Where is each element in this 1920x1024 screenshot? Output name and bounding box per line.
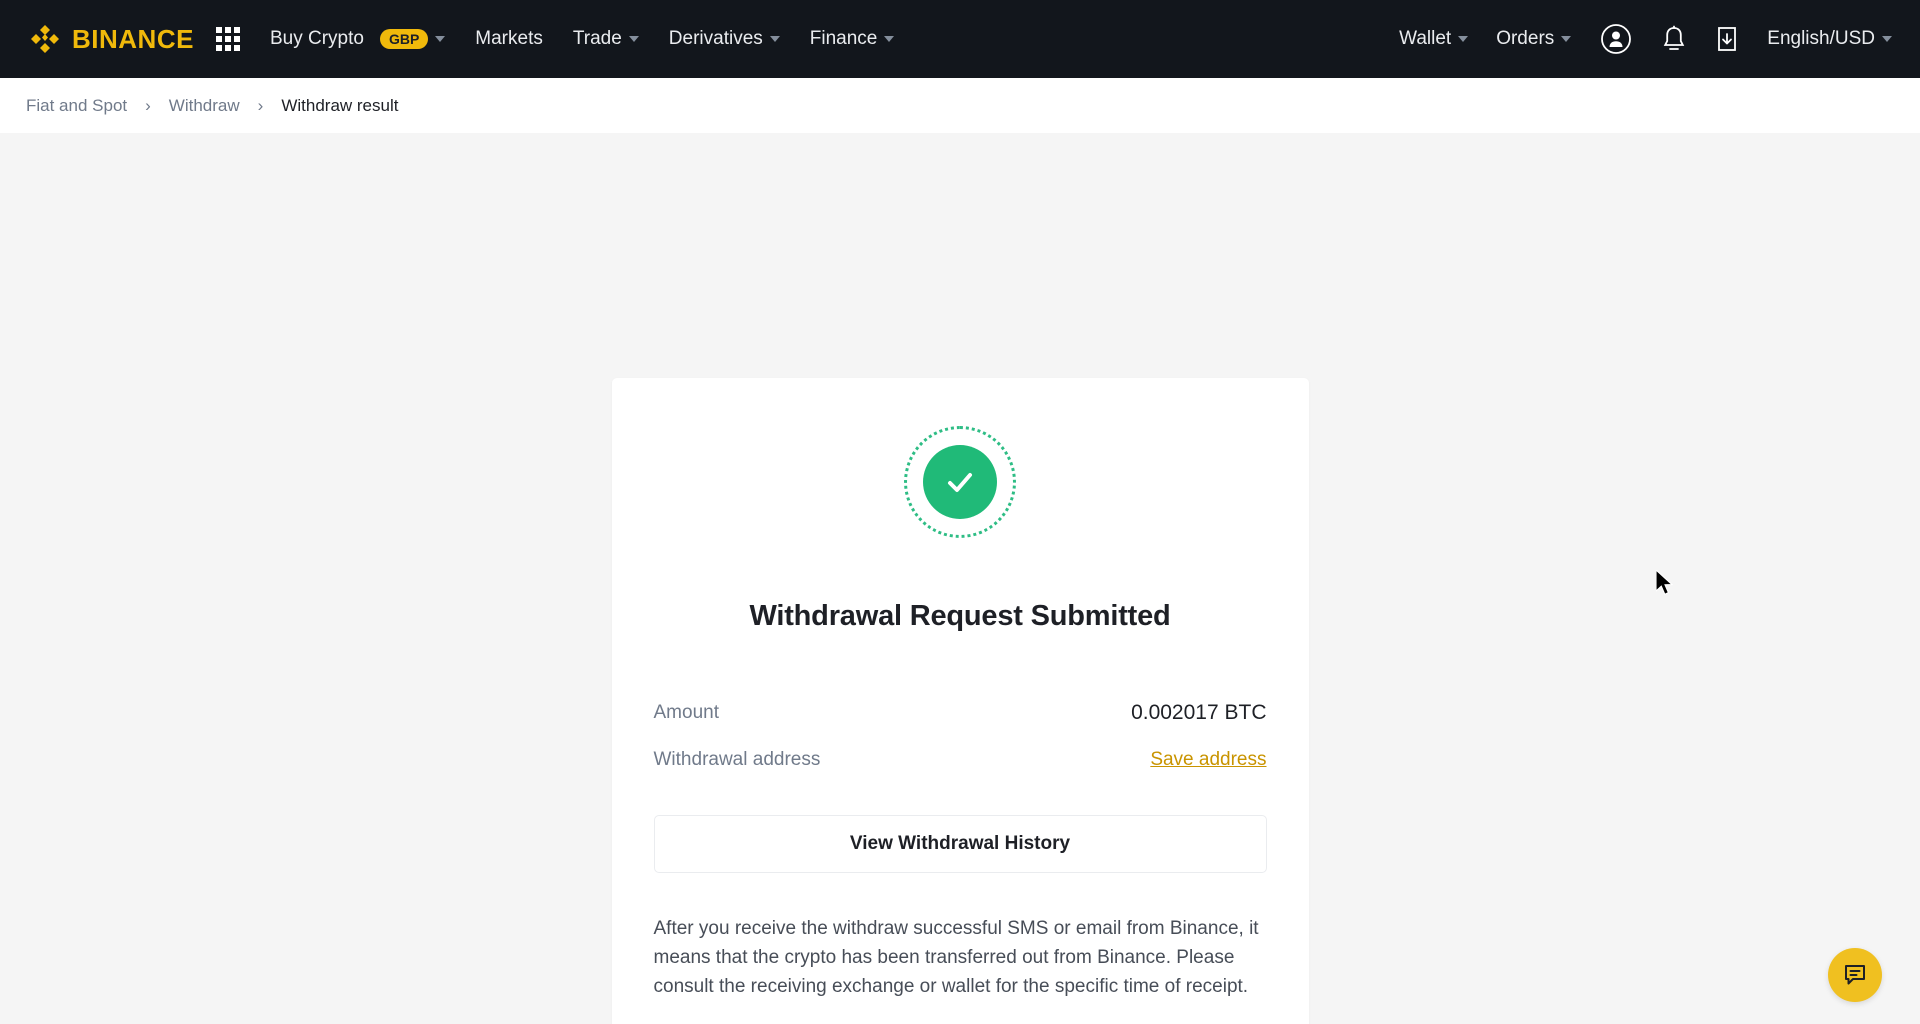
grid-cell: [224, 36, 231, 42]
withdrawal-details: Amount 0.002017 BTC Withdrawal address S…: [654, 701, 1267, 771]
grid-cell: [215, 45, 222, 51]
chevron-down-icon: [884, 36, 895, 42]
nav-label: Derivatives: [668, 28, 763, 49]
grid-cell: [215, 27, 222, 33]
secondary-nav: Wallet Orders English/USD: [1399, 22, 1892, 56]
nav-label: Wallet: [1399, 28, 1452, 49]
currency-badge-gbp: GBP: [379, 29, 429, 49]
chevron-down-icon: [1561, 36, 1572, 42]
breadcrumb-separator-icon: ›: [257, 96, 264, 115]
binance-logo-text: BINANCE: [72, 23, 194, 54]
success-check-icon: [904, 426, 1016, 538]
language-currency-selector[interactable]: English/USD: [1767, 28, 1892, 50]
detail-row-withdrawal-address: Withdrawal address Save address: [654, 749, 1267, 771]
withdrawal-note-text: After you receive the withdraw successfu…: [653, 918, 1259, 997]
mouse-cursor: [1655, 568, 1678, 605]
chevron-down-icon: [1458, 36, 1469, 42]
binance-logo[interactable]: BINANCE: [28, 22, 194, 56]
apps-grid-icon[interactable]: [215, 27, 240, 51]
withdrawal-address-label: Withdrawal address: [653, 749, 821, 770]
save-address-link[interactable]: Save address: [1150, 749, 1266, 771]
breadcrumb: Fiat and Spot › Withdraw › Withdraw resu…: [0, 78, 1920, 133]
download-app-icon[interactable]: [1715, 25, 1739, 53]
grid-cell: [224, 45, 231, 51]
nav-item-derivatives[interactable]: Derivatives: [669, 28, 780, 50]
top-navigation-bar: BINANCE Buy Crypto GBP Markets Trade Der…: [0, 0, 1920, 78]
breadcrumb-item-withdraw[interactable]: Withdraw: [169, 96, 240, 116]
bell-icon[interactable]: [1661, 25, 1687, 53]
amount-value: 0.002017 BTC: [1131, 701, 1267, 724]
language-label: English/USD: [1767, 28, 1875, 49]
chevron-down-icon: [435, 36, 446, 42]
grid-cell: [233, 36, 240, 42]
nav-label: Finance: [809, 28, 878, 49]
detail-row-amount: Amount 0.002017 BTC: [654, 701, 1267, 725]
grid-cell: [233, 27, 240, 33]
nav-item-finance[interactable]: Finance: [810, 28, 895, 50]
breadcrumb-separator-icon: ›: [145, 96, 151, 115]
nav-item-wallet[interactable]: Wallet: [1399, 28, 1469, 50]
page-title: Withdrawal Request Submitted: [749, 600, 1171, 632]
nav-label: Orders: [1496, 28, 1555, 49]
support-chat-button[interactable]: [1828, 948, 1882, 1002]
nav-item-orders[interactable]: Orders: [1496, 28, 1572, 50]
grid-cell: [215, 36, 222, 42]
nav-label: Buy Crypto: [269, 28, 364, 49]
nav-item-trade[interactable]: Trade: [573, 28, 639, 50]
breadcrumb-item-withdraw-result: Withdraw result: [281, 95, 399, 115]
binance-logo-icon: [28, 22, 62, 56]
success-check-circle: [923, 445, 997, 519]
chevron-down-icon: [1882, 36, 1892, 42]
grid-cell: [233, 45, 240, 51]
view-withdrawal-history-button[interactable]: View Withdrawal History: [653, 815, 1267, 873]
primary-nav: Buy Crypto GBP Markets Trade Derivatives…: [269, 28, 895, 50]
chevron-down-icon: [769, 36, 780, 42]
nav-item-buy-crypto[interactable]: Buy Crypto GBP: [269, 28, 446, 50]
nav-label: Markets: [475, 28, 543, 49]
withdrawal-result-card: Withdrawal Request Submitted Amount 0.00…: [611, 378, 1309, 1024]
grid-cell: [224, 27, 231, 33]
main-content-area: Withdrawal Request Submitted Amount 0.00…: [0, 133, 1920, 1024]
amount-label: Amount: [653, 702, 719, 723]
nav-item-markets[interactable]: Markets: [475, 28, 543, 50]
user-circle-icon[interactable]: [1599, 22, 1633, 56]
nav-label: Trade: [572, 28, 622, 49]
status-icon-wrapper: [654, 426, 1267, 538]
chevron-down-icon: [628, 36, 639, 42]
breadcrumb-item-fiat-and-spot[interactable]: Fiat and Spot: [26, 96, 127, 116]
